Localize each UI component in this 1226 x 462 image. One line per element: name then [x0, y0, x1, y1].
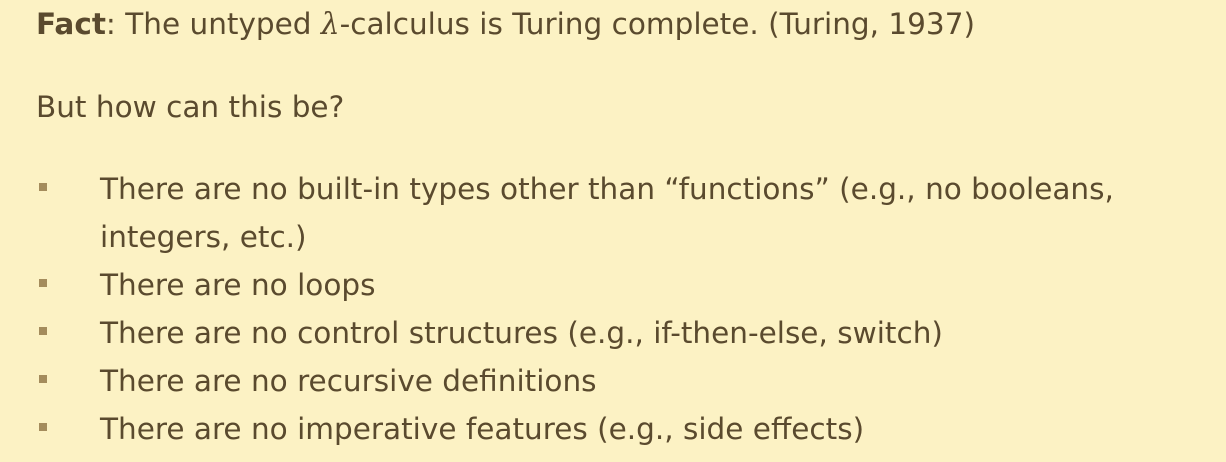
- bullet-marker: [39, 327, 47, 335]
- bullet-marker: [39, 423, 47, 431]
- bullet-text: There are no recursive definitions: [100, 364, 597, 398]
- bullet-marker: [39, 183, 47, 191]
- bullet-marker: [39, 279, 47, 287]
- bullet-text: There are no imperative features (e.g., …: [100, 412, 865, 446]
- bullet-list: There are no built-in types other than “…: [0, 0, 1226, 462]
- bullet-marker: [39, 375, 47, 383]
- bullet-text: There are no loops: [100, 268, 376, 302]
- bullet-text: There are no control structures (e.g., i…: [100, 316, 943, 350]
- slide: Fact: The untyped λ-calculus is Turing c…: [0, 0, 1226, 462]
- bullet-text: There are no built-in types other than “…: [100, 172, 1114, 254]
